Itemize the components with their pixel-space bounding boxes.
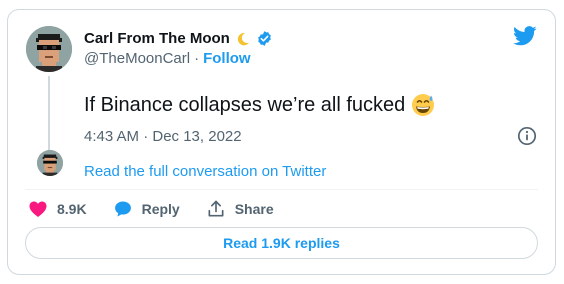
info-icon[interactable] (517, 126, 537, 146)
conversation-avatar[interactable] (37, 150, 63, 176)
like-button[interactable]: 8.9K (28, 199, 87, 219)
twitter-bird-icon[interactable] (513, 26, 537, 46)
tweet-timestamp[interactable]: 4:43 AM · Dec 13, 2022 (84, 128, 242, 145)
speech-bubble-icon (114, 201, 131, 217)
author-avatar[interactable] (26, 26, 72, 72)
heart-icon (29, 201, 47, 217)
action-bar: 8.9K Reply Share (28, 198, 300, 220)
author-handle[interactable]: @TheMoonCarl (84, 50, 190, 67)
reply-label: Reply (141, 201, 180, 217)
follow-link[interactable]: Follow (203, 50, 251, 67)
share-label: Share (234, 201, 274, 217)
share-icon (208, 200, 224, 217)
read-conversation-link[interactable]: Read the full conversation on Twitter (84, 163, 326, 180)
pixel-punk-avatar-icon (26, 26, 72, 72)
grinning-sweat-emoji-icon (412, 94, 435, 116)
share-button[interactable]: Share (206, 199, 274, 219)
thread-line (48, 76, 50, 158)
divider (25, 189, 538, 190)
tweet-card: Carl From The Moon @TheMoonCarl · Follow… (7, 9, 556, 275)
author-display-name[interactable]: Carl From The Moon (84, 30, 230, 47)
name-row: Carl From The Moon (84, 29, 273, 48)
crescent-moon-icon (237, 32, 250, 45)
read-replies-button[interactable]: Read 1.9K replies (25, 227, 538, 259)
author-header: Carl From The Moon @TheMoonCarl · Follow (84, 29, 273, 67)
reply-button[interactable]: Reply (113, 199, 180, 219)
handle-row: @TheMoonCarl · Follow (84, 50, 273, 67)
tweet-text: If Binance collapses we’re all fucked (84, 93, 435, 117)
tweet-body: If Binance collapses we’re all fucked (84, 93, 406, 116)
like-count: 8.9K (57, 201, 87, 217)
handle-separator: · (194, 50, 200, 67)
pixel-punk-avatar-icon (37, 150, 63, 176)
verified-badge-icon (258, 31, 271, 46)
